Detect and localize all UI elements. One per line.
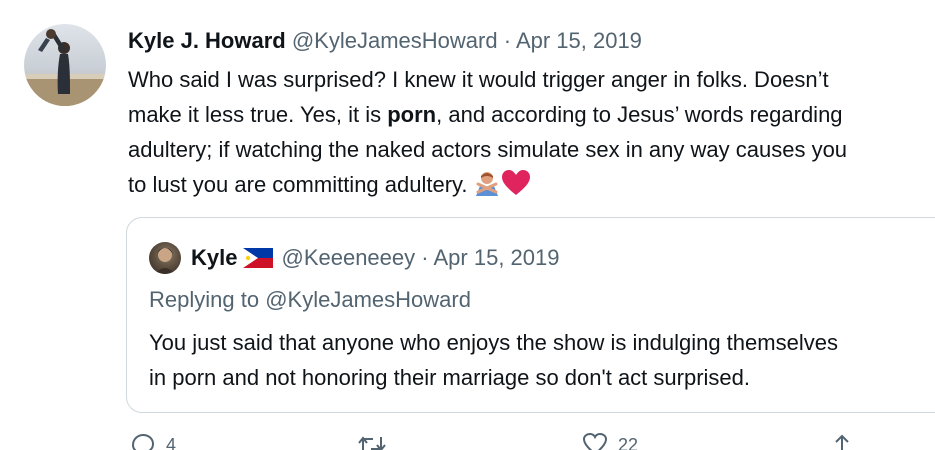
- tweet-text-bold: porn: [387, 102, 437, 127]
- retweet-button[interactable]: [357, 433, 387, 450]
- tweet-date[interactable]: Apr 15, 2019: [516, 28, 642, 53]
- tweet-text-segment: to lust you are committing adultery.: [128, 172, 468, 197]
- quoted-header-separator: ·: [421, 245, 429, 270]
- replying-to: Replying to @KyleJamesHoward: [149, 286, 471, 314]
- tweet-header: Kyle J. Howard @KyleJamesHoward · Apr 15…: [128, 27, 642, 55]
- quoted-tweet-header: Kyle @Keeeneeey · Apr 15, 2019: [191, 244, 559, 275]
- tweet-text-line: adultery; if watching the naked actors s…: [128, 137, 848, 162]
- share-button[interactable]: [830, 433, 854, 450]
- share-icon: [835, 434, 849, 450]
- like-button[interactable]: 22: [582, 433, 638, 450]
- like-count: 22: [618, 435, 639, 450]
- person-gesturing-no-icon: [474, 170, 500, 206]
- quoted-text-line: You just said that anyone who enjoys the…: [149, 330, 838, 355]
- tweet-text: Who said I was surprised? I knew it woul…: [128, 62, 935, 206]
- tweet-text-segment: , and according to Jesus’ words regardin…: [436, 102, 843, 127]
- header-separator: ·: [503, 28, 512, 53]
- philippines-flag-icon: [243, 247, 274, 275]
- red-heart-icon: [501, 170, 531, 206]
- replying-prefix: Replying to: [149, 287, 260, 312]
- heart-outline-icon: [582, 433, 608, 450]
- quoted-author-avatar[interactable]: [149, 242, 181, 274]
- quoted-tweet-date[interactable]: Apr 15, 2019: [434, 245, 560, 270]
- quoted-tweet-text: You just said that anyone who enjoys the…: [149, 325, 838, 395]
- tweet-text-segment: make it less true. Yes, it is: [128, 102, 382, 127]
- quoted-author-handle[interactable]: @Keeeneeey: [281, 245, 415, 270]
- quoted-text-line: in porn and not honoring their marriage …: [149, 365, 750, 390]
- tweet-text-line: make it less true. Yes, it is porn, and …: [128, 97, 935, 132]
- tweet-action-bar: 4 22: [0, 433, 935, 450]
- replying-handle[interactable]: @KyleJamesHoward: [265, 287, 471, 312]
- reply-count: 4: [166, 435, 177, 450]
- reply-button[interactable]: 4: [130, 433, 176, 450]
- quoted-tweet-card[interactable]: Kyle @Keeeneeey · Apr 15, 2019 Replying t…: [126, 217, 935, 413]
- author-name[interactable]: Kyle J. Howard: [128, 28, 286, 53]
- tweet-text-line: to lust you are committing adultery.: [128, 167, 935, 206]
- tweet-text-line: Who said I was surprised? I knew it woul…: [128, 67, 829, 92]
- retweet-icon: [358, 436, 386, 450]
- author-handle[interactable]: @KyleJamesHoward: [292, 28, 498, 53]
- author-avatar[interactable]: [24, 24, 106, 106]
- quoted-author-name[interactable]: Kyle: [191, 245, 237, 270]
- reply-icon: [131, 433, 155, 450]
